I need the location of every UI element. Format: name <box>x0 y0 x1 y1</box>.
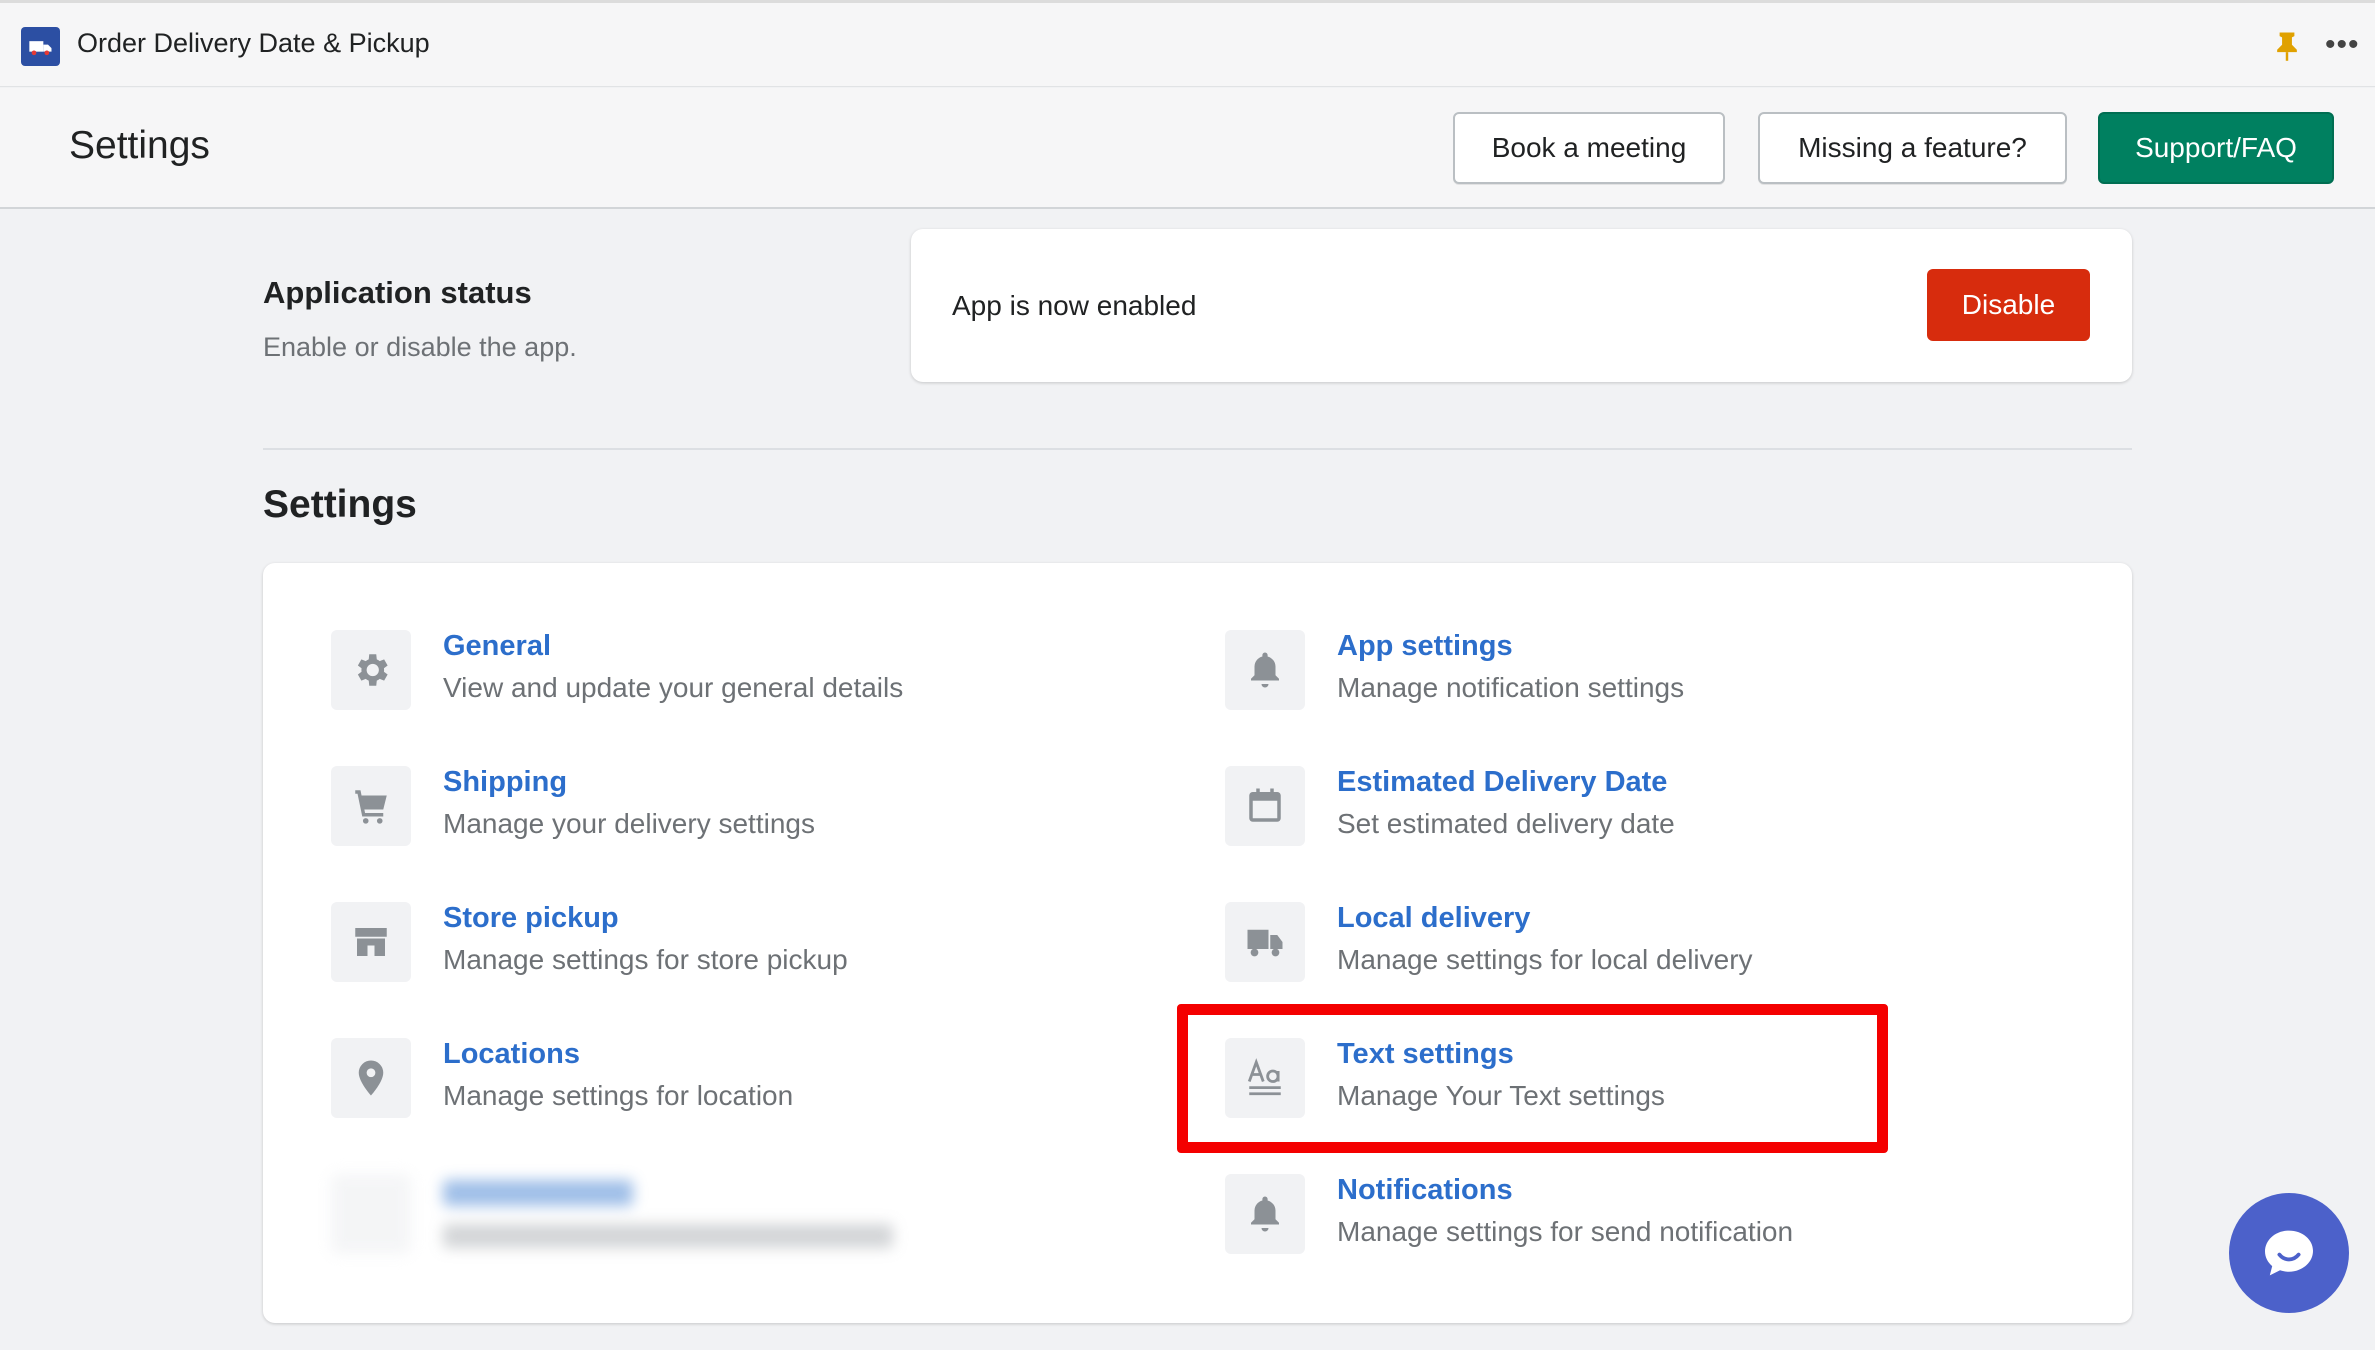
setting-item-notifications[interactable]: Notifications Manage settings for send n… <box>1225 1174 1945 1264</box>
gear-icon <box>331 630 411 710</box>
setting-description: Manage notification settings <box>1337 672 1685 703</box>
setting-description: Manage settings for send notification <box>1337 1216 1794 1247</box>
status-text: App is now enabled <box>952 290 1197 321</box>
setting-title[interactable]: Locations <box>443 1038 580 1071</box>
location-pin-icon <box>331 1038 411 1118</box>
setting-description: Manage settings for store pickup <box>443 944 848 975</box>
setting-description: Manage your delivery settings <box>443 808 815 839</box>
blurred-title <box>443 1180 633 1206</box>
app-topbar: Order Delivery Date & Pickup ••• <box>0 0 2375 87</box>
support-faq-button[interactable]: Support/FAQ <box>2098 112 2334 184</box>
blurred-description <box>443 1224 893 1248</box>
application-status-description: Enable or disable the app. <box>263 332 577 362</box>
page-header: Settings Book a meeting Missing a featur… <box>0 88 2375 209</box>
setting-description: Manage settings for location <box>443 1080 794 1111</box>
cart-icon <box>331 766 411 846</box>
setting-item-shipping[interactable]: Shipping Manage your delivery settings <box>331 766 1051 856</box>
setting-title[interactable]: Notifications <box>1337 1174 1513 1207</box>
setting-description: Set estimated delivery date <box>1337 808 1675 839</box>
store-icon <box>331 902 411 982</box>
setting-item-estimated-delivery-date[interactable]: Estimated Delivery Date Set estimated de… <box>1225 766 1945 856</box>
page-title: Settings <box>69 124 210 167</box>
setting-title[interactable]: Store pickup <box>443 902 619 935</box>
setting-title[interactable]: Estimated Delivery Date <box>1337 766 1667 799</box>
app-title: Order Delivery Date & Pickup <box>77 28 430 58</box>
settings-heading: Settings <box>263 483 417 526</box>
chat-bubble-icon[interactable] <box>2229 1193 2349 1313</box>
more-horizontal-icon[interactable]: ••• <box>2325 30 2360 60</box>
setting-item-general[interactable]: General View and update your general det… <box>331 630 1051 720</box>
book-meeting-button[interactable]: Book a meeting <box>1453 112 1725 184</box>
delivery-truck-icon <box>21 27 60 66</box>
setting-item-redacted <box>331 1174 1051 1264</box>
bell-icon <box>1225 630 1305 710</box>
disable-button[interactable]: Disable <box>1927 269 2090 341</box>
highlight-annotation <box>1177 1004 1888 1153</box>
setting-title[interactable]: App settings <box>1337 630 1513 663</box>
setting-description: View and update your general details <box>443 672 904 703</box>
setting-item-locations[interactable]: Locations Manage settings for location <box>331 1038 1051 1128</box>
setting-description: Manage settings for local delivery <box>1337 944 1753 975</box>
setting-title[interactable]: Shipping <box>443 766 567 799</box>
truck-icon <box>1225 902 1305 982</box>
setting-item-store-pickup[interactable]: Store pickup Manage settings for store p… <box>331 902 1051 992</box>
bell-icon <box>1225 1174 1305 1254</box>
missing-feature-button[interactable]: Missing a feature? <box>1758 112 2067 184</box>
calendar-icon <box>1225 766 1305 846</box>
section-divider <box>263 448 2132 450</box>
setting-title[interactable]: Local delivery <box>1337 902 1530 935</box>
settings-card: General View and update your general det… <box>263 563 2132 1323</box>
setting-item-app-settings[interactable]: App settings Manage notification setting… <box>1225 630 1945 720</box>
setting-item-local-delivery[interactable]: Local delivery Manage settings for local… <box>1225 902 1945 992</box>
setting-title[interactable]: General <box>443 630 551 663</box>
application-status-card: App is now enabled Disable <box>911 229 2132 382</box>
application-status-heading: Application status <box>263 275 532 310</box>
pin-icon[interactable] <box>2274 30 2300 62</box>
blurred-icon <box>331 1174 411 1254</box>
